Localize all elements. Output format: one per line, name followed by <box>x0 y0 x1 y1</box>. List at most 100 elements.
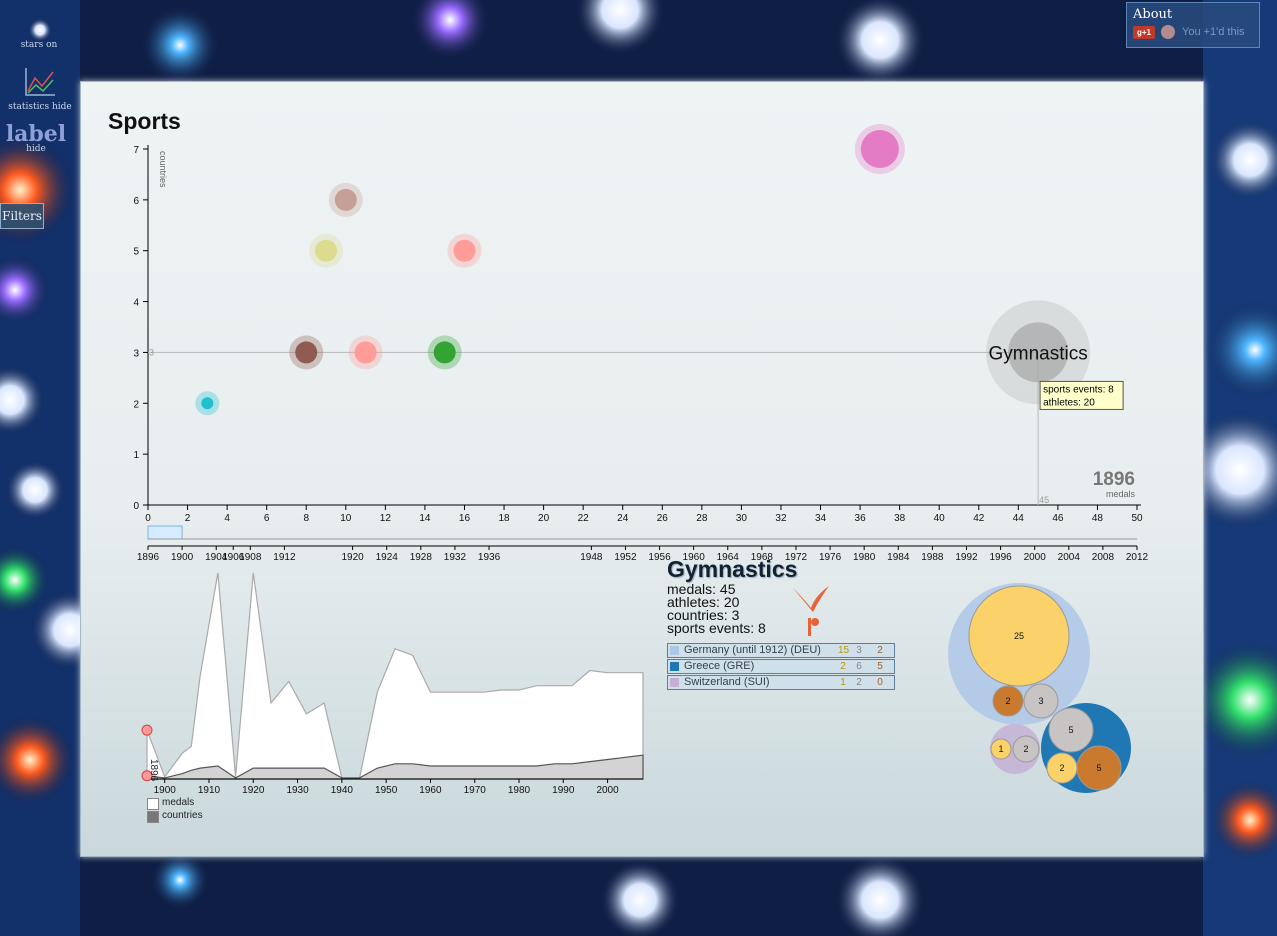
timeline-year: 1996 <box>989 552 1012 563</box>
tooltip-line: athletes: 20 <box>1043 397 1095 408</box>
y-tick-label: 2 <box>133 399 139 410</box>
legend-countries-swatch <box>147 811 159 823</box>
timeline-year: 1900 <box>171 552 194 563</box>
scatter-point <box>201 397 214 410</box>
silver-count: 6 <box>856 661 862 672</box>
medal-bubble-value: 5 <box>1068 725 1073 735</box>
x-tick-label: 50 <box>1131 513 1143 524</box>
medal-bubble-value: 2 <box>1005 696 1010 706</box>
timeline-selection <box>147 525 183 540</box>
medal-bubble-value: 2 <box>1059 763 1064 773</box>
chart-svg: 012345670 2 4 6 8 10 12 14 16 18 20 22 24 26 28 30 32 34 3… <box>133 124 1149 796</box>
gymnastics-icon <box>793 586 829 636</box>
legend-medals[interactable]: medals <box>147 796 203 810</box>
legend-countries-label: countries <box>162 810 203 821</box>
medal-bubble-value: 3 <box>1038 696 1043 706</box>
x-tick-label: 14 <box>419 513 431 524</box>
gplus-button[interactable]: g+1 <box>1133 26 1155 39</box>
scatter-point <box>295 341 318 364</box>
filters-button[interactable]: Filters <box>0 203 44 229</box>
x-tick-label: 26 <box>657 513 669 524</box>
history-tick-label: 1980 <box>508 785 531 796</box>
timeline-year: 1912 <box>273 552 296 563</box>
medal-bubble-value: 2 <box>1023 744 1028 754</box>
medal-bubble-value: 1 <box>998 744 1003 754</box>
x-tick-label: 48 <box>1092 513 1104 524</box>
y-tick-label: 6 <box>133 196 139 207</box>
bronze-count: 5 <box>877 661 883 672</box>
label-toggle[interactable]: label hide <box>4 121 68 154</box>
avatar <box>1161 25 1175 39</box>
x-tick-label: 12 <box>380 513 392 524</box>
x-tick-label: 30 <box>736 513 748 524</box>
x-tick-label: 18 <box>498 513 510 524</box>
history-tick-label: 1930 <box>286 785 309 796</box>
history-tick-label: 1960 <box>419 785 442 796</box>
stars-toggle-label: stars on <box>20 40 58 50</box>
history-legend: medals countries <box>147 796 203 823</box>
timeline-year: 2012 <box>1126 552 1149 563</box>
x-tick-label: 38 <box>894 513 906 524</box>
tooltip-line: sports events: 8 <box>1043 384 1114 395</box>
gplus-label: +1 <box>1141 28 1151 37</box>
bronze-count: 2 <box>877 645 883 656</box>
timeline-year: 1908 <box>239 552 262 563</box>
country-row-gre[interactable]: Greece (GRE) 2 6 5 <box>667 659 895 674</box>
x-tick-label: 28 <box>696 513 708 524</box>
gplus-note: You +1'd this <box>1182 26 1245 38</box>
silver-count: 2 <box>856 677 862 688</box>
x-tick-label: 22 <box>578 513 590 524</box>
x-tick-label: 32 <box>775 513 787 524</box>
bronze-count: 0 <box>877 677 883 688</box>
y-axis-label: countries <box>158 151 168 188</box>
y-tick-label: 3 <box>133 348 139 359</box>
x-tick-label: 36 <box>855 513 867 524</box>
x-tick-label: 8 <box>303 513 309 524</box>
timeline-year: 2004 <box>1058 552 1081 563</box>
statistics-toggle[interactable]: statistics hide <box>2 66 78 112</box>
x-tick-label: 42 <box>973 513 985 524</box>
crosshair-y-value: 3 <box>149 347 154 357</box>
timeline-year: 1896 <box>137 552 160 563</box>
scatter-point <box>334 188 357 211</box>
scatter-point <box>860 130 899 168</box>
crosshair-x-value: 45 <box>1039 495 1049 505</box>
x-tick-label: 10 <box>340 513 352 524</box>
timeline-year: 2000 <box>1024 552 1047 563</box>
x-axis-label: medals <box>1106 489 1136 499</box>
history-tick-label: 1910 <box>198 785 221 796</box>
country-row-sui[interactable]: Switzerland (SUI) 1 2 0 <box>667 675 895 690</box>
history-tick-label: 2000 <box>596 785 619 796</box>
history-tick-label: 1970 <box>464 785 487 796</box>
x-tick-label: 16 <box>459 513 471 524</box>
legend-countries[interactable]: countries <box>147 809 203 823</box>
timeline-year: 1920 <box>341 552 364 563</box>
about-box: About g+1 You +1'd this <box>1126 2 1260 48</box>
x-tick-label: 40 <box>934 513 946 524</box>
timeline-year: 1952 <box>614 552 637 563</box>
timeline-year: 1948 <box>580 552 603 563</box>
timeline-year: 1932 <box>444 552 467 563</box>
statistics-icon <box>25 68 55 96</box>
gold-count: 2 <box>840 661 846 672</box>
timeline-year: 1936 <box>478 552 501 563</box>
point-label: Gymnastics <box>988 343 1087 364</box>
country-name: Switzerland (SUI) <box>684 676 770 688</box>
about-link[interactable]: About <box>1133 7 1172 22</box>
gold-count: 15 <box>838 645 850 656</box>
x-tick-label: 0 <box>145 513 151 524</box>
stars-toggle[interactable]: stars on <box>12 40 66 50</box>
country-row-deu[interactable]: Germany (until 1912) (DEU) 15 3 2 <box>667 643 895 658</box>
history-tick-label: 1920 <box>242 785 265 796</box>
x-tick-label: 6 <box>264 513 270 524</box>
timeline-year: 1928 <box>410 552 433 563</box>
x-tick-label: 46 <box>1052 513 1064 524</box>
x-tick-label: 2 <box>185 513 191 524</box>
current-year-label: 1896 <box>1093 469 1135 490</box>
country-swatch <box>670 646 679 655</box>
legend-medals-label: medals <box>162 797 195 808</box>
medal-bubble-value: 5 <box>1096 763 1101 773</box>
history-tick-label: 1900 <box>154 785 177 796</box>
medal-bubble-value: 25 <box>1014 631 1024 641</box>
scatter-point <box>453 239 476 262</box>
